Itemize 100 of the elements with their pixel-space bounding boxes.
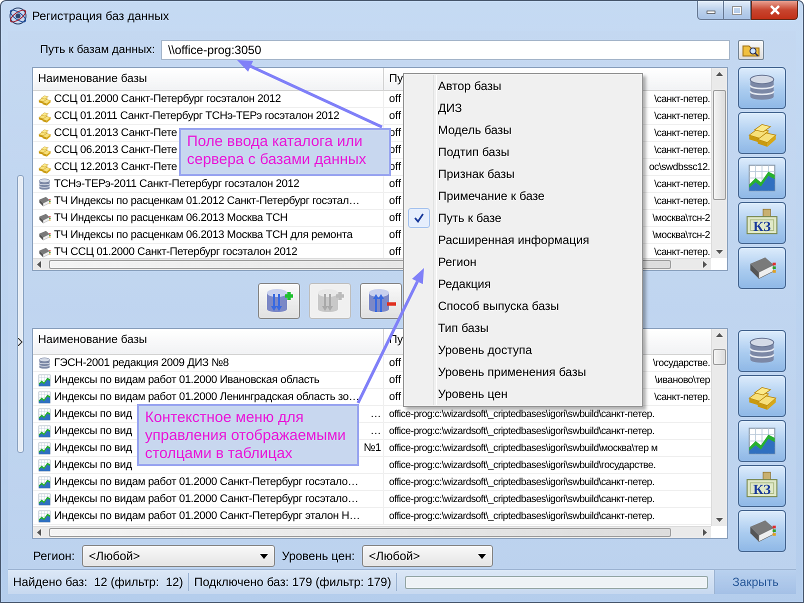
chart-button[interactable] (738, 420, 786, 462)
dropdown[interactable]: <Любой> (362, 545, 493, 567)
ingots-button[interactable] (738, 112, 786, 154)
menu-item[interactable]: Автор базы (406, 75, 640, 97)
maximize-button[interactable] (724, 1, 751, 20)
table-cell: office-prog:c:\wizardsoft\_criptedbases\igori\swbuild\санкт-петер. (389, 476, 654, 488)
browse-button[interactable] (738, 40, 764, 60)
menu-item[interactable]: Тип базы (406, 317, 640, 339)
callout: Контекстное меню для управления отображаемыми столцами в таблицах (137, 404, 359, 466)
table-cell: Индексы по вид (54, 442, 132, 454)
table-cell: off (389, 110, 402, 122)
book-button[interactable] (738, 247, 786, 289)
scroll-down-icon (716, 250, 723, 254)
close-icon (768, 5, 780, 15)
scroll-up-icon (716, 333, 723, 337)
chevron-icon (18, 338, 23, 346)
menu-item[interactable]: Способ выпуска базы (406, 295, 640, 317)
maximize-icon (732, 6, 742, 14)
table-cell: ТСНэ-ТЕРэ-2011 Санкт-Петербург госэталон 2012 (54, 178, 300, 190)
scroll-up-icon (716, 72, 723, 76)
table-cell: Индексы по вид (54, 408, 132, 420)
chart-icon (37, 492, 52, 506)
connected-count: Подключено баз: 179 (фильтр: 179) (189, 573, 398, 591)
field-label: Регион: (33, 549, 75, 563)
vertical-scrollbar[interactable] (711, 329, 727, 526)
chart-icon (37, 508, 52, 524)
table-cell: ССЦ 01.2011 Санкт-Петербург ТСНэ-ТЕРэ госэталон 2012 (54, 110, 340, 122)
menu-item[interactable]: Уровень применения базы (406, 361, 640, 383)
app-icon (8, 6, 28, 26)
table-cell: ССЦ 12.2013 Санкт-Пете (54, 161, 177, 173)
table-cell: office-prog:c:\wizardsoft\_criptedbases\igori\swbuild\санкт-петер. (389, 426, 654, 436)
menu-item[interactable]: Регион (406, 251, 640, 273)
table-cell: ССЦ 06.2013 Санкт-Пете (54, 144, 177, 156)
table-cell: office-prog:c:\wizardsoft\_criptedbases\igori\swbuild\санкт-петер. (389, 510, 654, 522)
field-label: Уровень цен: (282, 549, 355, 563)
add-database-button[interactable] (258, 283, 300, 319)
chart-icon (37, 390, 52, 404)
table-cell: Индексы по видам работ 01.2000 Ленинградская область зо… (54, 391, 360, 403)
menu-item[interactable]: Модель базы (406, 119, 640, 141)
book-button[interactable] (738, 510, 786, 552)
close-dialog-button[interactable]: Закрыть (714, 570, 796, 594)
menu-item[interactable]: Уровень цен (406, 383, 640, 405)
scroll-right-icon (703, 529, 707, 536)
table-cell: \санкт-петер. (654, 178, 711, 190)
table-cell-text: … (370, 408, 382, 420)
path-field[interactable]: \\office-prog:3050 (161, 40, 730, 60)
menu-item[interactable]: Путь к базе (406, 207, 640, 229)
checkmark-icon (414, 213, 424, 223)
table-cell: off (389, 357, 402, 369)
table-cell: \государстве. (653, 358, 711, 368)
scroll-left-icon (37, 261, 41, 268)
banknote-button[interactable]: КЗ (738, 465, 786, 507)
scroll-thumb[interactable] (49, 528, 671, 537)
table-cell: \санкт-петер. (654, 246, 711, 258)
table-cell: off (389, 178, 402, 190)
table-cell: \санкт-петер. (654, 196, 711, 206)
table-cell: off (389, 246, 402, 258)
minimize-button[interactable] (697, 1, 724, 20)
scroll-thumb[interactable] (713, 90, 726, 200)
dropdown-arrow-icon (260, 554, 268, 558)
column-header[interactable]: Наименование базы (33, 329, 384, 354)
menu-item[interactable]: ДИЗ (406, 97, 640, 119)
chart-icon (37, 474, 52, 490)
table-cell: off (389, 374, 402, 386)
chart-icon (37, 406, 52, 422)
vertical-scrollbar[interactable] (711, 68, 727, 258)
banknote-button[interactable]: КЗ (738, 202, 786, 244)
menu-item[interactable]: Уровень доступа (406, 339, 640, 361)
table-cell: off (389, 93, 402, 105)
remove-database-button[interactable] (360, 283, 402, 319)
table-cell-text: … (370, 425, 382, 437)
table-cell: ССЦ 01.2013 Санкт-Пете (54, 127, 177, 139)
table-cell: \иваново\тер (654, 374, 711, 386)
table-cell: oc\swdbssc12. (648, 162, 711, 172)
table-cell: Индексы по видам работ 01.2000 Санкт-Петербург эталон Н… (54, 510, 360, 522)
menu-item[interactable]: Примечание к базе (406, 185, 640, 207)
dropdown[interactable]: <Любой> (82, 545, 275, 567)
scroll-left-icon (37, 529, 41, 536)
chart-button[interactable] (738, 157, 786, 199)
table-cell: ТЧ Индексы по расценкам 06.2013 Москва ТСН для ремонта (54, 229, 353, 241)
table-cell: ССЦ 01.2000 Санкт-Петербург госэталон 2012 (54, 93, 281, 105)
database-button[interactable] (738, 67, 786, 109)
close-button[interactable] (751, 1, 798, 20)
chart-icon (37, 440, 52, 456)
chart-icon (37, 372, 52, 388)
database-button[interactable] (738, 330, 786, 372)
table-cell: Индексы по вид (54, 459, 132, 471)
menu-item[interactable]: Редакция (406, 273, 640, 295)
table-cell: ТЧ ССЦ 01.2000 Санкт-Петербург госэталон 2012 (54, 246, 298, 258)
scroll-thumb[interactable] (713, 349, 726, 365)
menu-item[interactable]: Подтип базы (406, 141, 640, 163)
table-cell: Индексы по видам работ 01.2000 Ивановская область (54, 374, 320, 386)
menu-item[interactable]: Расширенная информация (406, 229, 640, 251)
ingots-button[interactable] (738, 375, 786, 417)
horizontal-scrollbar[interactable] (33, 526, 711, 538)
table-cell: \санкт-петер. (654, 110, 711, 122)
table-cell: ТЧ Индексы по расценкам 01.2012 Санкт-Петербург госэтал… (54, 195, 360, 207)
menu-item[interactable]: Признак базы (406, 163, 640, 185)
callout: Поле ввода каталога или сервера с базами данных (179, 128, 391, 176)
table-cell: off (389, 391, 402, 403)
